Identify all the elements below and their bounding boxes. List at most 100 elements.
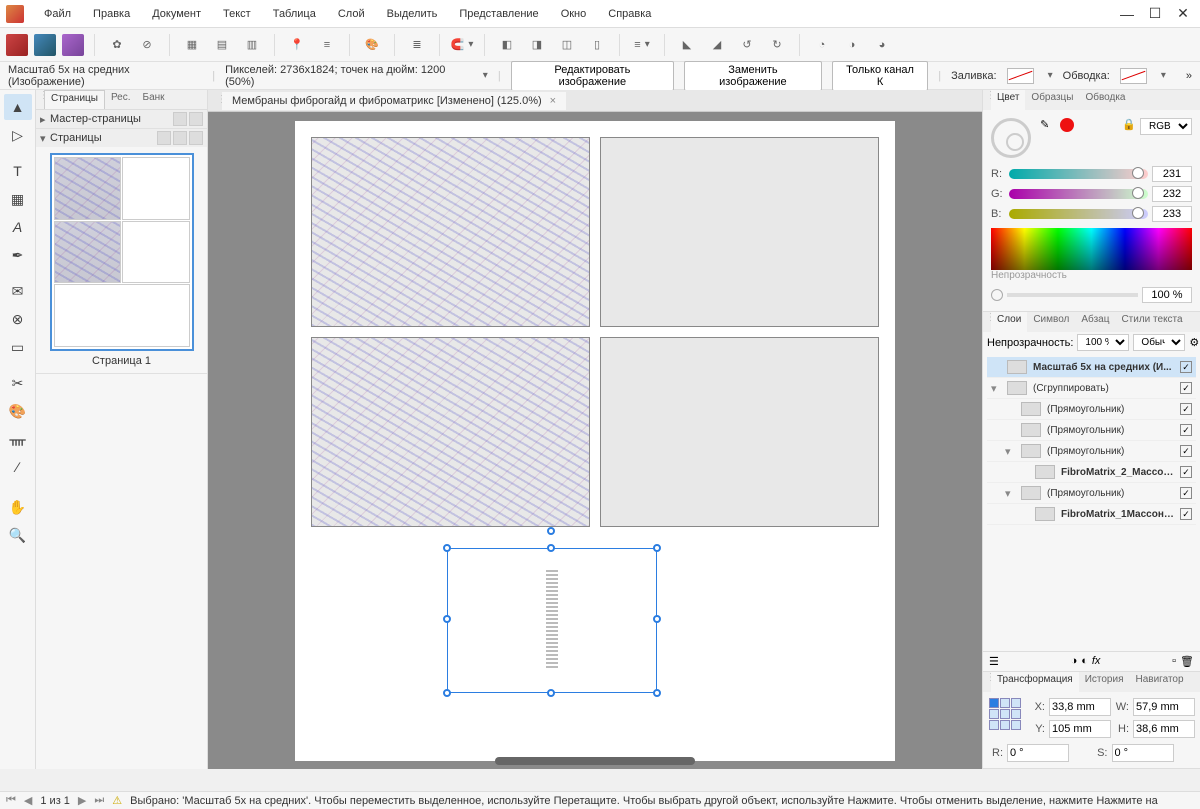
arrange-3-icon[interactable]: ◫	[555, 33, 579, 57]
horizontal-scrollbar[interactable]	[495, 757, 695, 765]
master-add-icon[interactable]	[173, 112, 187, 126]
next-page-icon[interactable]: ▶	[78, 794, 86, 807]
layer-visibility-checkbox[interactable]: ✓	[1180, 508, 1192, 520]
rotate-cw-icon[interactable]: ↻	[765, 33, 789, 57]
page-dup-icon[interactable]	[173, 131, 187, 145]
layer-visibility-checkbox[interactable]: ✓	[1180, 403, 1192, 415]
node-tool-icon[interactable]: ▷	[4, 122, 32, 148]
layer-fx-icon[interactable]: fx	[1092, 655, 1101, 668]
handle-se[interactable]	[653, 689, 661, 697]
stroke-swatch[interactable]	[1120, 68, 1147, 84]
arrange-2-icon[interactable]: ◨	[525, 33, 549, 57]
layer-row[interactable]: FibroMatrix_1Массон (...✓	[987, 504, 1196, 525]
layer-visibility-checkbox[interactable]: ✓	[1180, 487, 1192, 499]
rotate-ccw-icon[interactable]: ↺	[735, 33, 759, 57]
layer-row[interactable]: FibroMatrix_2_Массон (...✓	[987, 462, 1196, 483]
layer-delete-icon[interactable]: 🗑	[1180, 655, 1194, 668]
tab-layers[interactable]: Слои	[991, 312, 1027, 332]
menu-edit[interactable]: Правка	[83, 4, 140, 24]
menu-select[interactable]: Выделить	[377, 4, 448, 24]
layer-stack-icon[interactable]: ☰	[989, 655, 999, 668]
dpi-dropdown-icon[interactable]: ▾	[483, 70, 488, 81]
handle-nw[interactable]	[443, 544, 451, 552]
doc-grip-icon[interactable]: ⋮⋮	[214, 94, 222, 108]
opacity-slider-handle[interactable]	[991, 289, 1003, 301]
document-tab[interactable]: Мембраны фиброгайд и фиброматрикс [Измен…	[222, 92, 566, 110]
menu-view[interactable]: Представление	[449, 4, 548, 24]
layer-row[interactable]: ▾(Сгруппировать)✓	[987, 378, 1196, 399]
tab-stroke[interactable]: Обводка	[1079, 90, 1131, 110]
pin-icon[interactable]: 📍	[285, 33, 309, 57]
r-slider[interactable]	[1009, 169, 1148, 179]
minimize-button[interactable]: —	[1120, 7, 1134, 21]
tab-swatches[interactable]: Образцы	[1025, 90, 1079, 110]
persona-publisher-icon[interactable]	[6, 34, 28, 56]
tab-pages[interactable]: Страницы	[44, 90, 105, 109]
palette-icon[interactable]: 🎨	[360, 33, 384, 57]
boolean-2-icon[interactable]: ◑	[840, 33, 864, 57]
page-1-thumbnail[interactable]	[50, 153, 194, 351]
persona-designer-icon[interactable]	[62, 34, 84, 56]
boolean-3-icon[interactable]: ◕	[870, 33, 894, 57]
warning-icon[interactable]: ⚠	[112, 794, 122, 807]
persona-photo-icon[interactable]	[34, 34, 56, 56]
table-tool-icon[interactable]: ▦	[4, 186, 32, 212]
panel-grip-icon[interactable]: ⋮⋮	[36, 90, 44, 104]
document-close-icon[interactable]: ×	[550, 95, 556, 107]
layer-row[interactable]: ▾(Прямоугольник)✓	[987, 441, 1196, 462]
layers-grip-icon[interactable]: ⋮⋮	[983, 312, 991, 326]
b-slider[interactable]	[1009, 209, 1148, 219]
stroke-dropdown-icon[interactable]: ▾	[1161, 70, 1166, 81]
layer-visibility-checkbox[interactable]: ✓	[1180, 445, 1192, 457]
baseline-icon[interactable]: ≣	[405, 33, 429, 57]
selection-bounds[interactable]	[447, 548, 657, 693]
s-input[interactable]	[1112, 744, 1174, 762]
layer-visibility-checkbox[interactable]: ✓	[1180, 382, 1192, 394]
master-collapse-icon[interactable]: ▸	[40, 113, 50, 126]
layer-visibility-checkbox[interactable]: ✓	[1180, 424, 1192, 436]
doc-mode-3-icon[interactable]: ▥	[240, 33, 264, 57]
doc-mode-2-icon[interactable]: ▤	[210, 33, 234, 57]
tab-text-styles[interactable]: Стили текста	[1115, 312, 1188, 332]
edit-image-button[interactable]: Редактировать изображение	[511, 61, 674, 91]
arrange-4-icon[interactable]: ▯	[585, 33, 609, 57]
tab-bank[interactable]: Банк	[137, 90, 171, 109]
r-input[interactable]	[1007, 744, 1069, 762]
cell-mid-right[interactable]	[600, 337, 879, 527]
text-flow-icon[interactable]: ≡	[315, 33, 339, 57]
prev-page-icon[interactable]: ◀	[24, 794, 32, 807]
tab-symbol[interactable]: Символ	[1027, 312, 1075, 332]
menu-layer[interactable]: Слой	[328, 4, 375, 24]
layer-gear-icon[interactable]: ⚙	[1189, 336, 1199, 349]
pen-tool-icon[interactable]: ✒	[4, 242, 32, 268]
cell-mid-left[interactable]	[311, 337, 590, 527]
pan-tool-icon[interactable]: ✋	[4, 494, 32, 520]
layer-expand-icon[interactable]: ▾	[1005, 487, 1015, 500]
move-tool-icon[interactable]: ▲	[4, 94, 32, 120]
replace-image-button[interactable]: Заменить изображение	[684, 61, 822, 91]
menu-window[interactable]: Окно	[551, 4, 597, 24]
x-input[interactable]	[1049, 698, 1111, 716]
tab-paragraph[interactable]: Абзац	[1075, 312, 1115, 332]
channel-k-button[interactable]: Только канал К	[832, 61, 929, 91]
tab-navigator[interactable]: Навигатор	[1130, 672, 1190, 692]
handle-sw[interactable]	[443, 689, 451, 697]
page-delete-icon[interactable]	[189, 131, 203, 145]
color-grip-icon[interactable]: ⋮⋮	[983, 90, 991, 104]
menu-file[interactable]: Файл	[34, 4, 81, 24]
doc-mode-1-icon[interactable]: ▦	[180, 33, 204, 57]
layer-row[interactable]: (Прямоугольник)✓	[987, 420, 1196, 441]
opacity-slider[interactable]	[1007, 293, 1138, 297]
layer-visibility-checkbox[interactable]: ✓	[1180, 466, 1192, 478]
cell-top-left[interactable]	[311, 137, 590, 327]
flip-h-icon[interactable]: ◣	[675, 33, 699, 57]
layer-row[interactable]: ▾(Прямоугольник)✓	[987, 483, 1196, 504]
arrange-1-icon[interactable]: ◧	[495, 33, 519, 57]
handle-s[interactable]	[547, 689, 555, 697]
page-add-icon[interactable]	[157, 131, 171, 145]
overflow-icon[interactable]: »	[1186, 70, 1192, 82]
pages-collapse-icon[interactable]: ▾	[40, 132, 50, 145]
menu-text[interactable]: Текст	[213, 4, 261, 24]
layer-visibility-checkbox[interactable]: ✓	[1180, 361, 1192, 373]
menu-document[interactable]: Документ	[142, 4, 211, 24]
